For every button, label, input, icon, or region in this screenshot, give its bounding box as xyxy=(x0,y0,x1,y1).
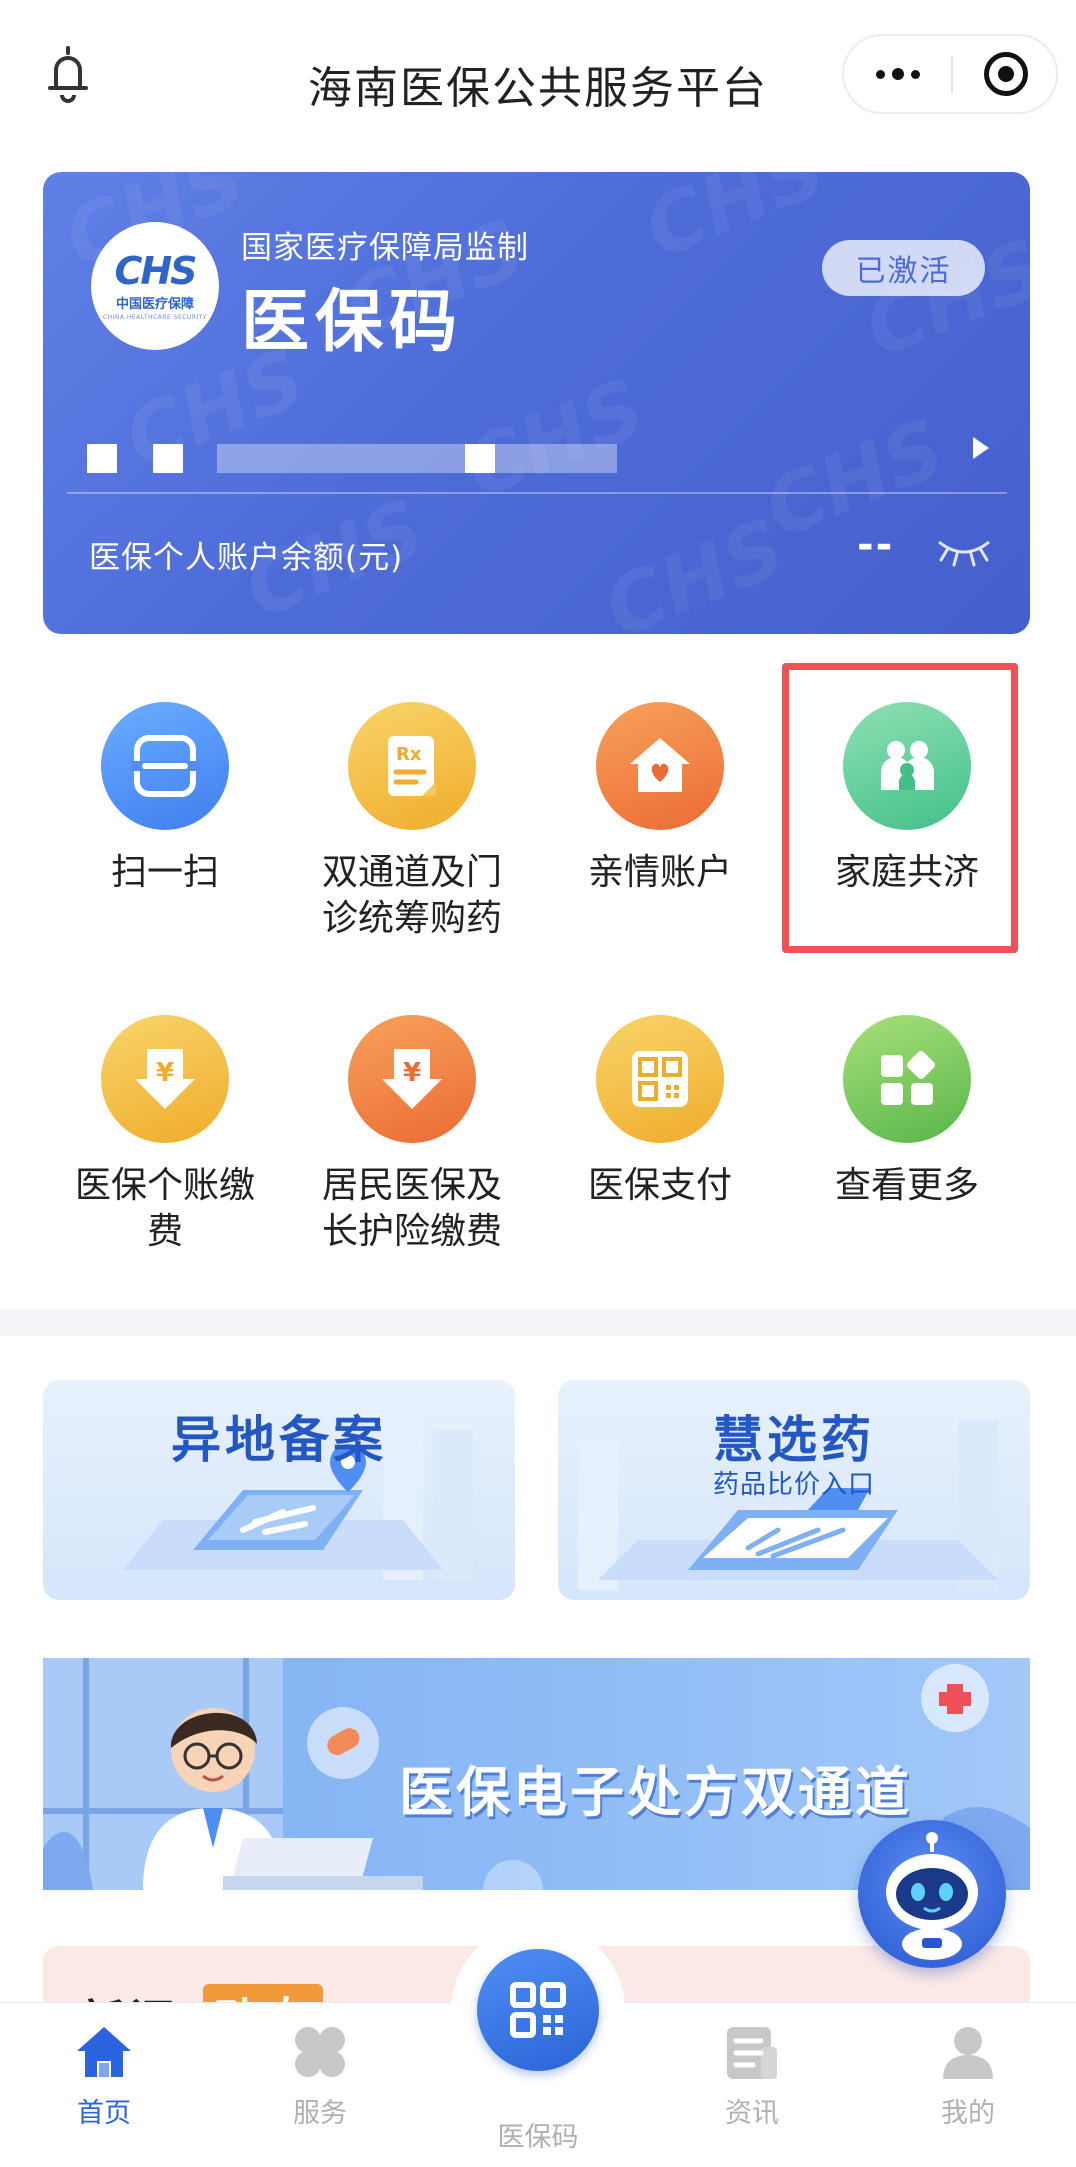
balance-label: 医保个人账户余额(元) xyxy=(89,540,404,576)
services-icon xyxy=(289,2021,351,2083)
card-supervise-text: 国家医疗保障局监制 xyxy=(241,230,529,266)
target-close-icon[interactable] xyxy=(953,36,1058,112)
promo-subtitle: 药品比价入口 xyxy=(712,1470,875,1500)
service-label: 医保支付 xyxy=(587,1165,732,1206)
promo-remote-filing[interactable]: 异地备案 xyxy=(43,1380,515,1600)
promo-title: 慧选药 xyxy=(713,1411,875,1469)
news-icon xyxy=(721,2021,783,2083)
more-dots-icon[interactable] xyxy=(844,36,952,112)
service-personal-account-payment[interactable]: ¥ 医保个账缴费 xyxy=(55,1015,275,1255)
tab-label: 服务 xyxy=(293,2098,347,2129)
prescription-icon: Rx xyxy=(348,702,476,830)
svg-text:Rx: Rx xyxy=(396,744,422,765)
card-arrow-icon[interactable] xyxy=(961,428,1001,468)
banner-title: 医保电子处方双通道 xyxy=(399,1761,912,1824)
masked-card-number xyxy=(87,434,967,478)
eye-closed-icon[interactable] xyxy=(935,536,993,568)
service-scan[interactable]: 扫一扫 xyxy=(55,702,275,896)
service-resident-insurance-payment[interactable]: ¥ 居民医保及 长护险缴费 xyxy=(302,1015,522,1255)
svg-text:¥: ¥ xyxy=(156,1058,174,1088)
card-title: 医保码 xyxy=(241,283,464,362)
service-insurance-pay[interactable]: 医保支付 xyxy=(550,1015,770,1209)
service-view-more[interactable]: 查看更多 xyxy=(797,1015,1017,1209)
tab-qr-code-label[interactable]: 医保码 xyxy=(438,2115,638,2154)
yuan-payment-icon: ¥ xyxy=(348,1015,476,1143)
service-label: 医保个账缴费 xyxy=(74,1165,255,1252)
more-apps-icon xyxy=(843,1015,971,1143)
status-badge: 已激活 xyxy=(822,240,985,296)
service-label: 扫一扫 xyxy=(110,852,219,893)
section-divider xyxy=(0,1310,1076,1336)
service-dual-channel[interactable]: Rx 双通道及门 诊统筹购药 xyxy=(302,702,522,942)
scan-icon xyxy=(101,702,229,830)
qr-pay-icon xyxy=(596,1015,724,1143)
promo-drug-compare[interactable]: 慧选药 药品比价入口 xyxy=(558,1380,1030,1600)
mini-program-capsule xyxy=(842,34,1058,114)
medical-insurance-card[interactable]: CHS CHS CHS CHS CHS CHS CHS CHS CHS CHS … xyxy=(43,172,1030,634)
bottom-tab-bar: 首页 服务 医保码 资讯 我的 xyxy=(0,1923,1076,2167)
tab-profile[interactable]: 我的 xyxy=(898,2021,1038,2130)
tab-home[interactable]: 首页 xyxy=(34,2021,174,2130)
top-bar: 海南医保公共服务平台 xyxy=(0,0,1076,160)
promo-title: 异地备案 xyxy=(171,1411,387,1469)
yuan-payment-icon: ¥ xyxy=(101,1015,229,1143)
service-label: 查看更多 xyxy=(834,1165,979,1206)
service-label: 双通道及门 诊统筹购药 xyxy=(321,852,502,939)
tab-label: 我的 xyxy=(941,2098,995,2129)
qr-code-icon[interactable] xyxy=(477,1949,599,2071)
tab-services[interactable]: 服务 xyxy=(250,2021,390,2130)
highlight-box xyxy=(782,663,1018,953)
family-home-icon xyxy=(596,702,724,830)
balance-value: -- xyxy=(857,522,895,568)
card-divider xyxy=(67,492,1007,494)
service-label: 居民医保及 长护险缴费 xyxy=(321,1165,502,1252)
tab-label: 资讯 xyxy=(725,2098,779,2129)
profile-icon xyxy=(937,2021,999,2083)
chs-logo: CHS 中国医疗保障 CHINA HEALTHCARE SECURITY xyxy=(91,222,219,350)
home-icon xyxy=(73,2021,135,2083)
tab-news[interactable]: 资讯 xyxy=(682,2021,822,2130)
assistant-robot-icon[interactable] xyxy=(858,1820,1006,1968)
svg-text:¥: ¥ xyxy=(403,1058,421,1088)
service-label: 亲情账户 xyxy=(587,852,732,893)
tab-label: 首页 xyxy=(77,2098,131,2129)
service-family-account[interactable]: 亲情账户 xyxy=(550,702,770,896)
